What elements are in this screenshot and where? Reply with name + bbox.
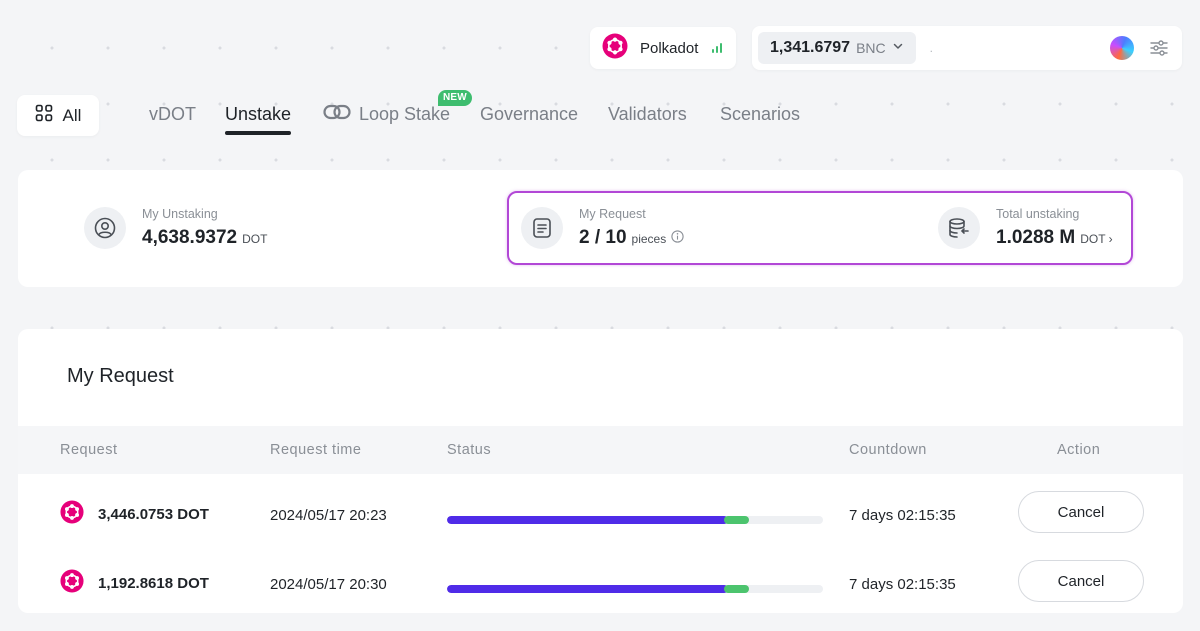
stat-value: 4,638.9372 xyxy=(142,227,238,248)
tab-label: Scenarios xyxy=(720,104,801,124)
tab-governance[interactable]: Governance xyxy=(480,104,578,125)
table-header: Request Request time Status Countdown Ac… xyxy=(18,426,1183,474)
progress-fill-primary xyxy=(447,585,728,593)
chain-selector[interactable]: Polkadot xyxy=(590,27,736,69)
tab-label: Governance xyxy=(480,104,579,124)
stat-my-unstaking: My Unstaking 4,638.9372 DOT xyxy=(84,207,267,249)
stat-label: My Unstaking xyxy=(142,207,218,221)
unstake-stats-card: My Unstaking 4,638.9372 DOT My Request 2… xyxy=(18,170,1183,287)
column-header: Status xyxy=(447,442,492,458)
countdown: 7 days 02:15:35 xyxy=(849,576,956,593)
all-apps-button[interactable]: All xyxy=(17,95,99,136)
progress-fill-secondary xyxy=(723,516,749,524)
new-badge: NEW xyxy=(438,90,472,106)
wallet-panel: 1,341.6797 BNC . xyxy=(752,26,1182,70)
table-row: 1,192.8618 DOT 2024/05/17 20:30 7 days 0… xyxy=(18,549,1183,609)
balance-value: 1,341.6797 xyxy=(770,39,851,56)
request-time: 2024/05/17 20:23 xyxy=(270,507,387,524)
column-header: Action xyxy=(1057,442,1101,458)
settings-sliders-icon[interactable] xyxy=(1148,37,1170,59)
tab-label: vDOT xyxy=(149,104,196,124)
cancel-button[interactable]: Cancel xyxy=(1018,560,1144,602)
progress-fill-primary xyxy=(447,516,728,524)
status-progress-bar xyxy=(447,585,823,593)
tab-label: Unstake xyxy=(225,104,292,124)
chain-name: Polkadot xyxy=(640,39,699,57)
polkadot-logo-icon xyxy=(602,33,628,64)
column-header: Countdown xyxy=(849,442,927,458)
cancel-button[interactable]: Cancel xyxy=(1018,491,1144,533)
tab-loop-stake[interactable]: Loop Stake xyxy=(323,104,450,125)
request-amount: 1,192.8618 DOT xyxy=(98,575,209,592)
stat-unit: DOT xyxy=(242,232,268,246)
loop-icon xyxy=(323,104,351,125)
polkadot-logo-icon xyxy=(60,569,84,598)
column-header: Request xyxy=(60,442,118,458)
balance-unit: BNC xyxy=(856,40,886,56)
account-avatar[interactable] xyxy=(1110,36,1134,60)
tab-label: Loop Stake xyxy=(359,104,451,124)
table-row: 3,446.0753 DOT 2024/05/17 20:23 7 days 0… xyxy=(18,480,1183,540)
grid-icon xyxy=(35,104,53,127)
polkadot-logo-icon xyxy=(60,500,84,529)
status-progress-bar xyxy=(447,516,823,524)
chevron-down-icon xyxy=(892,39,904,57)
countdown: 7 days 02:15:35 xyxy=(849,507,956,524)
signal-strength-icon xyxy=(712,43,723,53)
section-title: My Request xyxy=(67,365,174,387)
tab-label: Validators xyxy=(608,104,687,124)
tab-unstake[interactable]: Unstake xyxy=(225,104,291,125)
progress-fill-secondary xyxy=(723,585,749,593)
tab-vdot[interactable]: vDOT xyxy=(149,104,196,125)
active-tab-indicator xyxy=(225,131,291,135)
wallet-address[interactable]: . xyxy=(930,41,1110,55)
tab-validators[interactable]: Validators xyxy=(608,104,687,125)
request-amount: 3,446.0753 DOT xyxy=(98,506,209,523)
balance-selector[interactable]: 1,341.6797 BNC xyxy=(758,32,916,64)
tab-scenarios[interactable]: Scenarios xyxy=(720,104,800,125)
all-label: All xyxy=(62,105,82,125)
my-request-card: My Request Request Request time Status C… xyxy=(18,329,1183,613)
column-header: Request time xyxy=(270,442,362,458)
request-time: 2024/05/17 20:30 xyxy=(270,576,387,593)
highlight-annotation xyxy=(507,191,1133,265)
user-circle-icon xyxy=(84,207,126,249)
